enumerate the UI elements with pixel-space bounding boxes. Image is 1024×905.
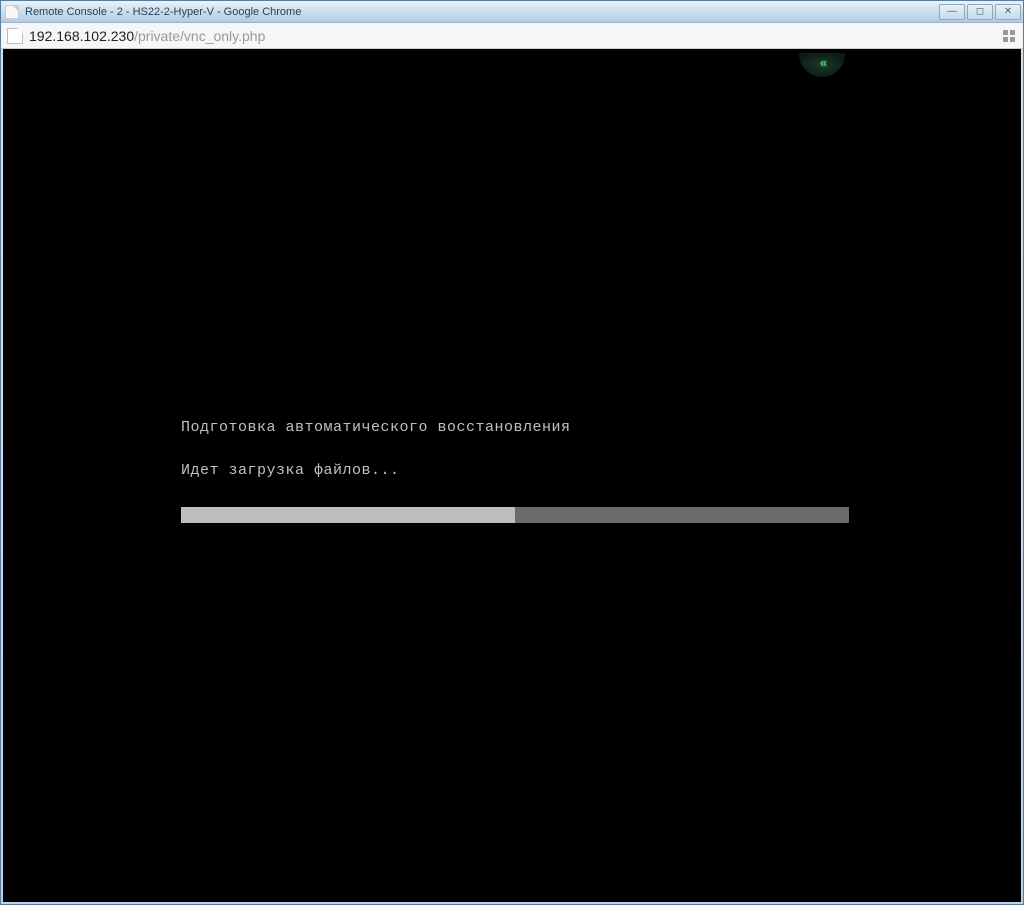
page-favicon <box>5 5 19 19</box>
maximize-button[interactable]: ◻ <box>967 4 993 20</box>
document-icon <box>7 28 23 44</box>
remote-console-viewport[interactable]: « Подготовка автоматического восстановле… <box>3 49 1021 902</box>
boot-status-line-2: Идет загрузка файлов... <box>181 462 849 479</box>
window-titlebar[interactable]: Remote Console - 2 - HS22-2-Hyper-V - Go… <box>1 1 1023 23</box>
chrome-window: Remote Console - 2 - HS22-2-Hyper-V - Go… <box>0 0 1024 905</box>
boot-screen: Подготовка автоматического восстановлени… <box>181 419 849 523</box>
window-controls: — ◻ ✕ <box>937 4 1021 20</box>
url-text[interactable]: 192.168.102.230/private/vnc_only.php <box>29 28 995 44</box>
url-path: /private/vnc_only.php <box>134 28 265 44</box>
page-action-icon[interactable] <box>1001 28 1017 44</box>
boot-progress-fill <box>181 507 515 523</box>
address-bar[interactable]: 192.168.102.230/private/vnc_only.php <box>1 23 1023 49</box>
boot-status-line-1: Подготовка автоматического восстановлени… <box>181 419 849 436</box>
console-panel-toggle[interactable]: « <box>799 53 845 77</box>
boot-progress-bar <box>181 507 849 523</box>
chevron-left-icon: « <box>820 55 824 70</box>
url-host: 192.168.102.230 <box>29 28 134 44</box>
minimize-button[interactable]: — <box>939 4 965 20</box>
window-title: Remote Console - 2 - HS22-2-Hyper-V - Go… <box>25 6 937 18</box>
close-button[interactable]: ✕ <box>995 4 1021 20</box>
